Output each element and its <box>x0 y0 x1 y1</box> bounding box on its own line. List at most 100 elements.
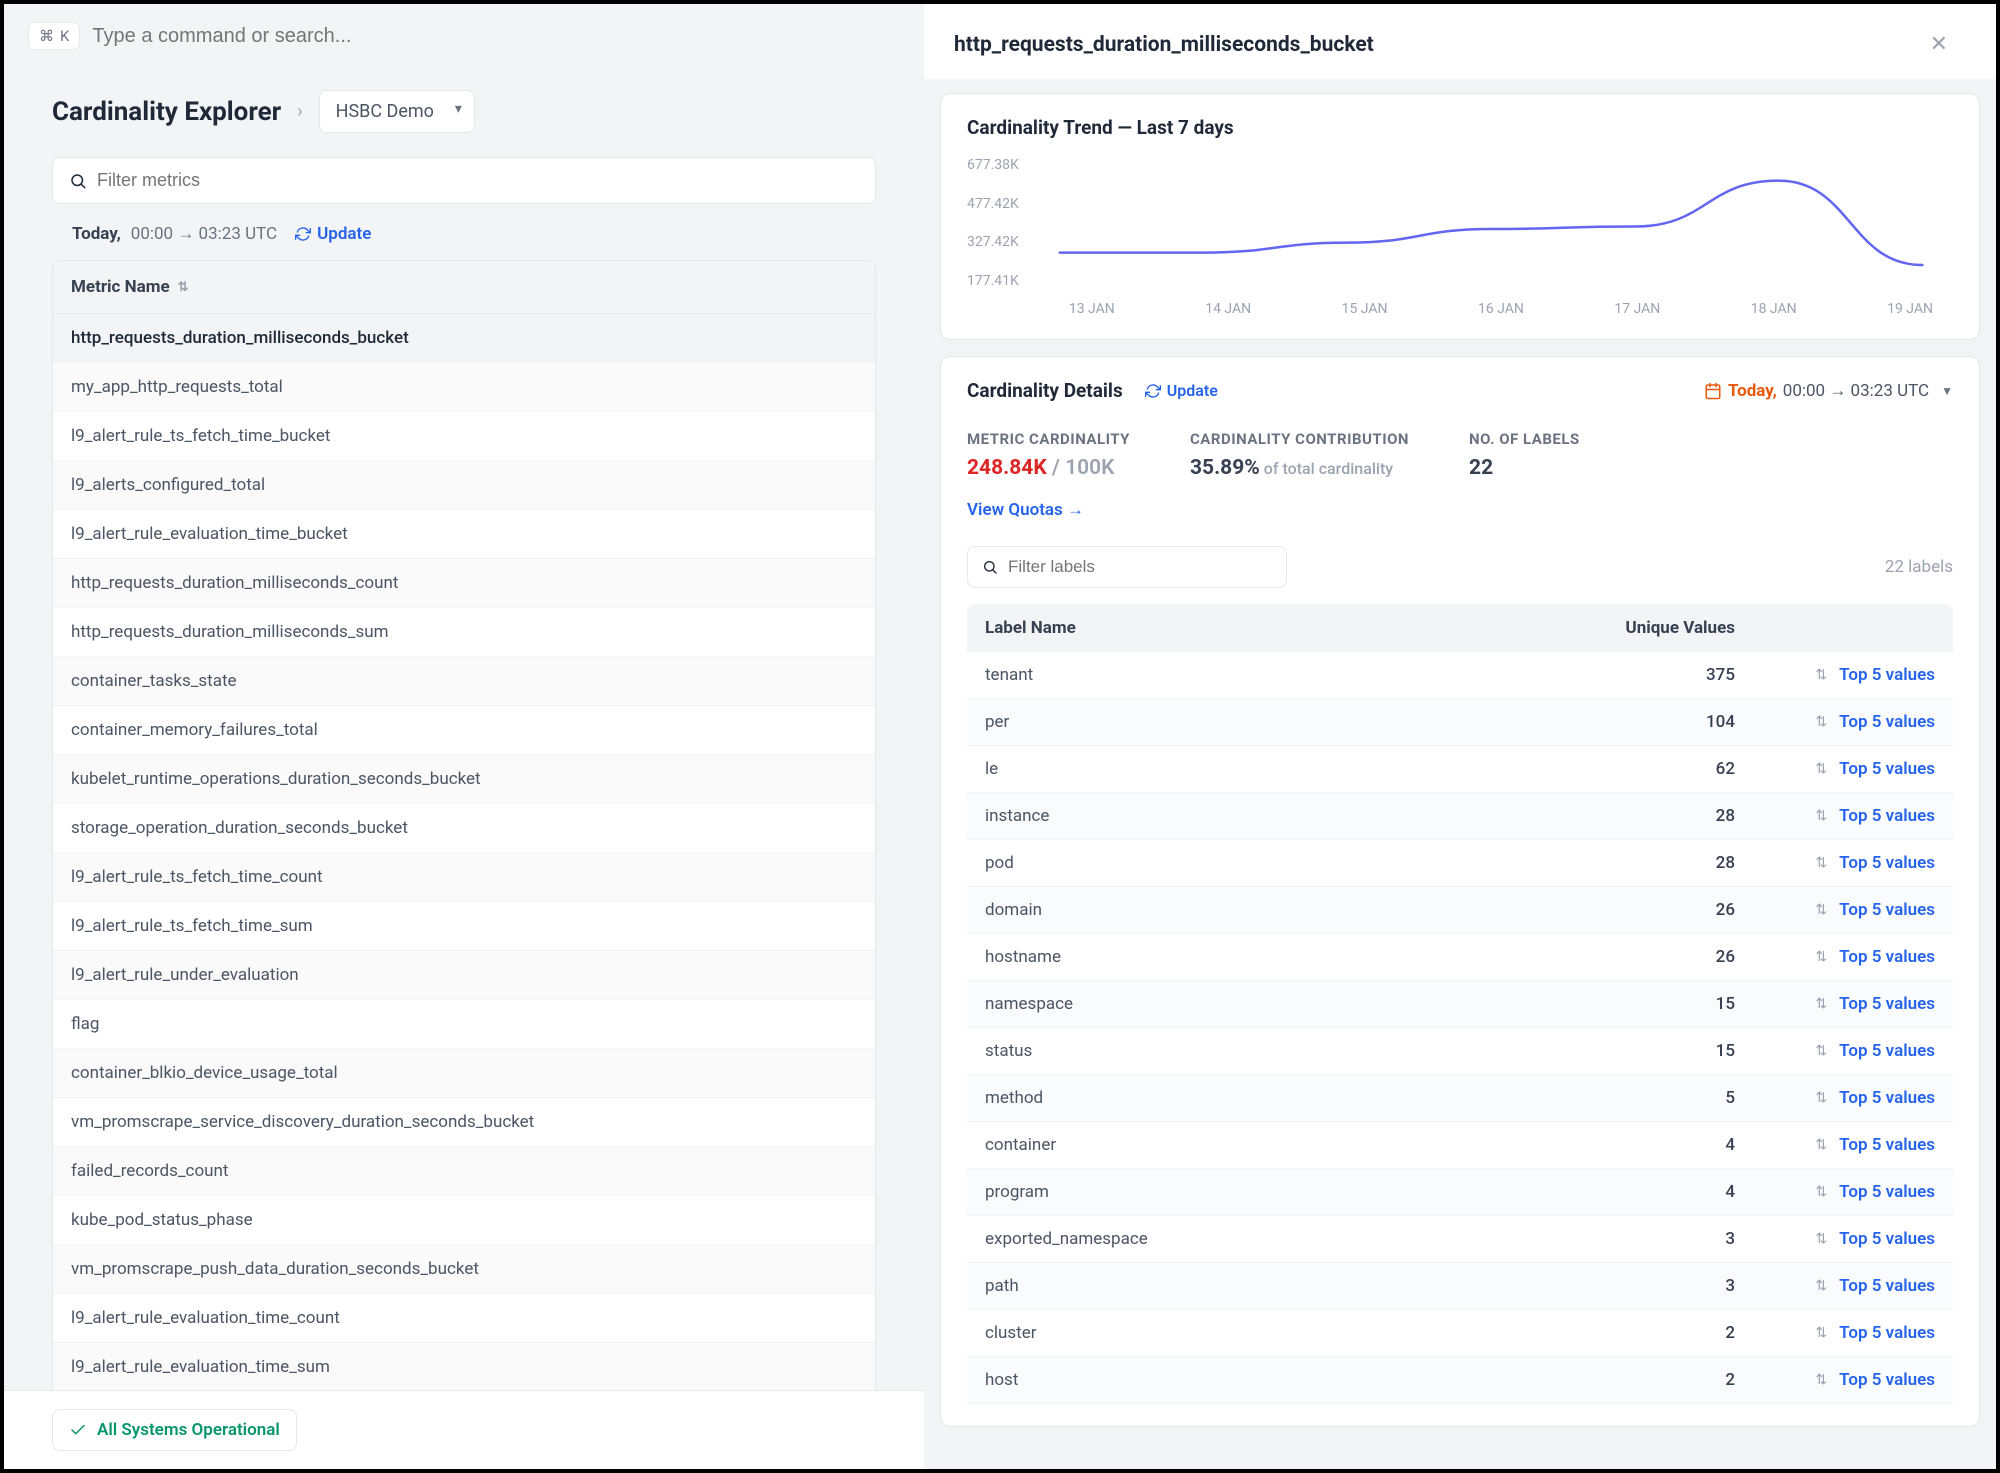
metric-row[interactable]: l9_alert_rule_ts_fetch_time_count <box>53 853 875 902</box>
metric-row[interactable]: my_app_http_requests_total <box>53 363 875 412</box>
metric-row[interactable]: container_blkio_device_usage_total <box>53 1049 875 1098</box>
label-count: 62 <box>1555 759 1735 779</box>
label-name: exported_namespace <box>985 1229 1555 1249</box>
date-range-picker[interactable]: Today, 00:00 → 03:23 UTC ▼ <box>1704 381 1953 401</box>
label-row: host 2 ⇅ Top 5 values <box>967 1357 1953 1404</box>
sort-icon[interactable]: ⇅ <box>1815 714 1827 730</box>
update-button[interactable]: Update <box>295 224 371 244</box>
details-title: Cardinality Details <box>967 379 1123 402</box>
label-name: status <box>985 1041 1555 1061</box>
metric-row[interactable]: vm_promscrape_service_discovery_duration… <box>53 1098 875 1147</box>
metric-row[interactable]: l9_alert_rule_ts_fetch_time_sum <box>53 902 875 951</box>
metric-row[interactable]: storage_operation_duration_seconds_bucke… <box>53 804 875 853</box>
metric-row[interactable]: l9_alert_rule_evaluation_time_count <box>53 1294 875 1343</box>
top-5-values-link[interactable]: Top 5 values <box>1839 1323 1935 1343</box>
sort-icon[interactable]: ⇅ <box>1815 949 1827 965</box>
labels-filter-input[interactable] <box>967 546 1287 588</box>
filter-metrics-field[interactable] <box>97 170 859 191</box>
top-5-values-link[interactable]: Top 5 values <box>1839 1182 1935 1202</box>
panel-title: http_requests_duration_milliseconds_buck… <box>954 33 1374 57</box>
sort-icon[interactable]: ⇅ <box>1815 1137 1827 1153</box>
project-dropdown[interactable]: HSBC Demo <box>319 90 475 133</box>
sort-icon[interactable]: ⇅ <box>1815 902 1827 918</box>
top-5-values-link[interactable]: Top 5 values <box>1839 853 1935 873</box>
metric-row[interactable]: http_requests_duration_milliseconds_coun… <box>53 559 875 608</box>
sort-icon[interactable]: ⇅ <box>1815 996 1827 1012</box>
top-5-values-link[interactable]: Top 5 values <box>1839 1041 1935 1061</box>
sort-icon[interactable]: ⇅ <box>1815 808 1827 824</box>
metric-row[interactable]: l9_alert_rule_evaluation_time_sum <box>53 1343 875 1392</box>
labels-count: 22 labels <box>1885 557 1953 577</box>
sort-icon: ⇅ <box>178 280 189 295</box>
metric-row[interactable]: vm_promscrape_push_data_duration_seconds… <box>53 1245 875 1294</box>
top-5-values-link[interactable]: Top 5 values <box>1839 712 1935 732</box>
top-5-values-link[interactable]: Top 5 values <box>1839 1276 1935 1296</box>
sort-icon[interactable]: ⇅ <box>1815 1090 1827 1106</box>
label-count: 2 <box>1555 1370 1735 1390</box>
metric-row[interactable]: l9_alert_rule_evaluation_time_bucket <box>53 510 875 559</box>
top-5-values-link[interactable]: Top 5 values <box>1839 900 1935 920</box>
details-update-button[interactable]: Update <box>1145 381 1218 400</box>
label-name: method <box>985 1088 1555 1108</box>
label-name: pod <box>985 853 1555 873</box>
top-5-values-link[interactable]: Top 5 values <box>1839 665 1935 685</box>
top-5-values-link[interactable]: Top 5 values <box>1839 994 1935 1014</box>
metric-row[interactable]: http_requests_duration_milliseconds_buck… <box>53 314 875 363</box>
sort-icon[interactable]: ⇅ <box>1815 1184 1827 1200</box>
metric-row[interactable]: l9_alert_rule_ts_fetch_time_bucket <box>53 412 875 461</box>
system-status[interactable]: All Systems Operational <box>52 1409 297 1451</box>
label-row: hostname 26 ⇅ Top 5 values <box>967 934 1953 981</box>
breadcrumb: Cardinality Explorer › HSBC Demo <box>4 60 924 157</box>
label-row: tenant 375 ⇅ Top 5 values <box>967 652 1953 699</box>
sort-icon[interactable]: ⇅ <box>1815 1231 1827 1247</box>
page-title: Cardinality Explorer <box>52 97 281 127</box>
top-5-values-link[interactable]: Top 5 values <box>1839 806 1935 826</box>
metric-row[interactable]: l9_alerts_configured_total <box>53 461 875 510</box>
sort-icon[interactable]: ⇅ <box>1815 1325 1827 1341</box>
label-count: 15 <box>1555 1041 1735 1061</box>
metric-row[interactable]: failed_records_count <box>53 1147 875 1196</box>
labels-table-header: Label Name Unique Values <box>967 604 1953 652</box>
metric-row[interactable]: kube_pod_status_phase <box>53 1196 875 1245</box>
label-name: namespace <box>985 994 1555 1014</box>
labels-filter-field[interactable] <box>1008 557 1272 577</box>
command-input[interactable] <box>92 25 900 48</box>
top-5-values-link[interactable]: Top 5 values <box>1839 1229 1935 1249</box>
stat-num-labels: NO. OF LABELS 22 <box>1469 430 1580 480</box>
top-5-values-link[interactable]: Top 5 values <box>1839 1135 1935 1155</box>
label-row: exported_namespace 3 ⇅ Top 5 values <box>967 1216 1953 1263</box>
view-quotas-link[interactable]: View Quotas → <box>967 500 1084 520</box>
label-row: status 15 ⇅ Top 5 values <box>967 1028 1953 1075</box>
panel-header: http_requests_duration_milliseconds_buck… <box>924 4 1996 79</box>
metric-row[interactable]: container_tasks_state <box>53 657 875 706</box>
metric-row[interactable]: container_memory_failures_total <box>53 706 875 755</box>
metric-row[interactable]: kubelet_runtime_operations_duration_seco… <box>53 755 875 804</box>
top-5-values-link[interactable]: Top 5 values <box>1839 759 1935 779</box>
status-bar: All Systems Operational <box>4 1390 924 1469</box>
sort-icon[interactable]: ⇅ <box>1815 761 1827 777</box>
sort-icon[interactable]: ⇅ <box>1815 1372 1827 1388</box>
sort-icon[interactable]: ⇅ <box>1815 855 1827 871</box>
sort-icon[interactable]: ⇅ <box>1815 667 1827 683</box>
top-5-values-link[interactable]: Top 5 values <box>1839 1088 1935 1108</box>
label-row: method 5 ⇅ Top 5 values <box>967 1075 1953 1122</box>
metric-row[interactable]: l9_alert_rule_under_evaluation <box>53 951 875 1000</box>
trend-title: Cardinality Trend — Last 7 days <box>967 116 1953 139</box>
label-row: cluster 2 ⇅ Top 5 values <box>967 1310 1953 1357</box>
refresh-icon <box>295 226 311 242</box>
command-bar[interactable]: ⌘K <box>4 4 924 60</box>
sort-icon[interactable]: ⇅ <box>1815 1043 1827 1059</box>
metrics-header[interactable]: Metric Name ⇅ <box>53 261 875 314</box>
label-count: 104 <box>1555 712 1735 732</box>
metric-row[interactable]: http_requests_duration_milliseconds_sum <box>53 608 875 657</box>
chevron-down-icon: ▼ <box>1941 384 1953 398</box>
metric-row[interactable]: flag <box>53 1000 875 1049</box>
label-count: 3 <box>1555 1276 1735 1296</box>
close-icon[interactable]: ✕ <box>1922 28 1956 61</box>
top-5-values-link[interactable]: Top 5 values <box>1839 1370 1935 1390</box>
filter-metrics-input[interactable] <box>52 157 876 204</box>
sort-icon[interactable]: ⇅ <box>1815 1278 1827 1294</box>
label-row: instance 28 ⇅ Top 5 values <box>967 793 1953 840</box>
label-name: instance <box>985 806 1555 826</box>
top-5-values-link[interactable]: Top 5 values <box>1839 947 1935 967</box>
